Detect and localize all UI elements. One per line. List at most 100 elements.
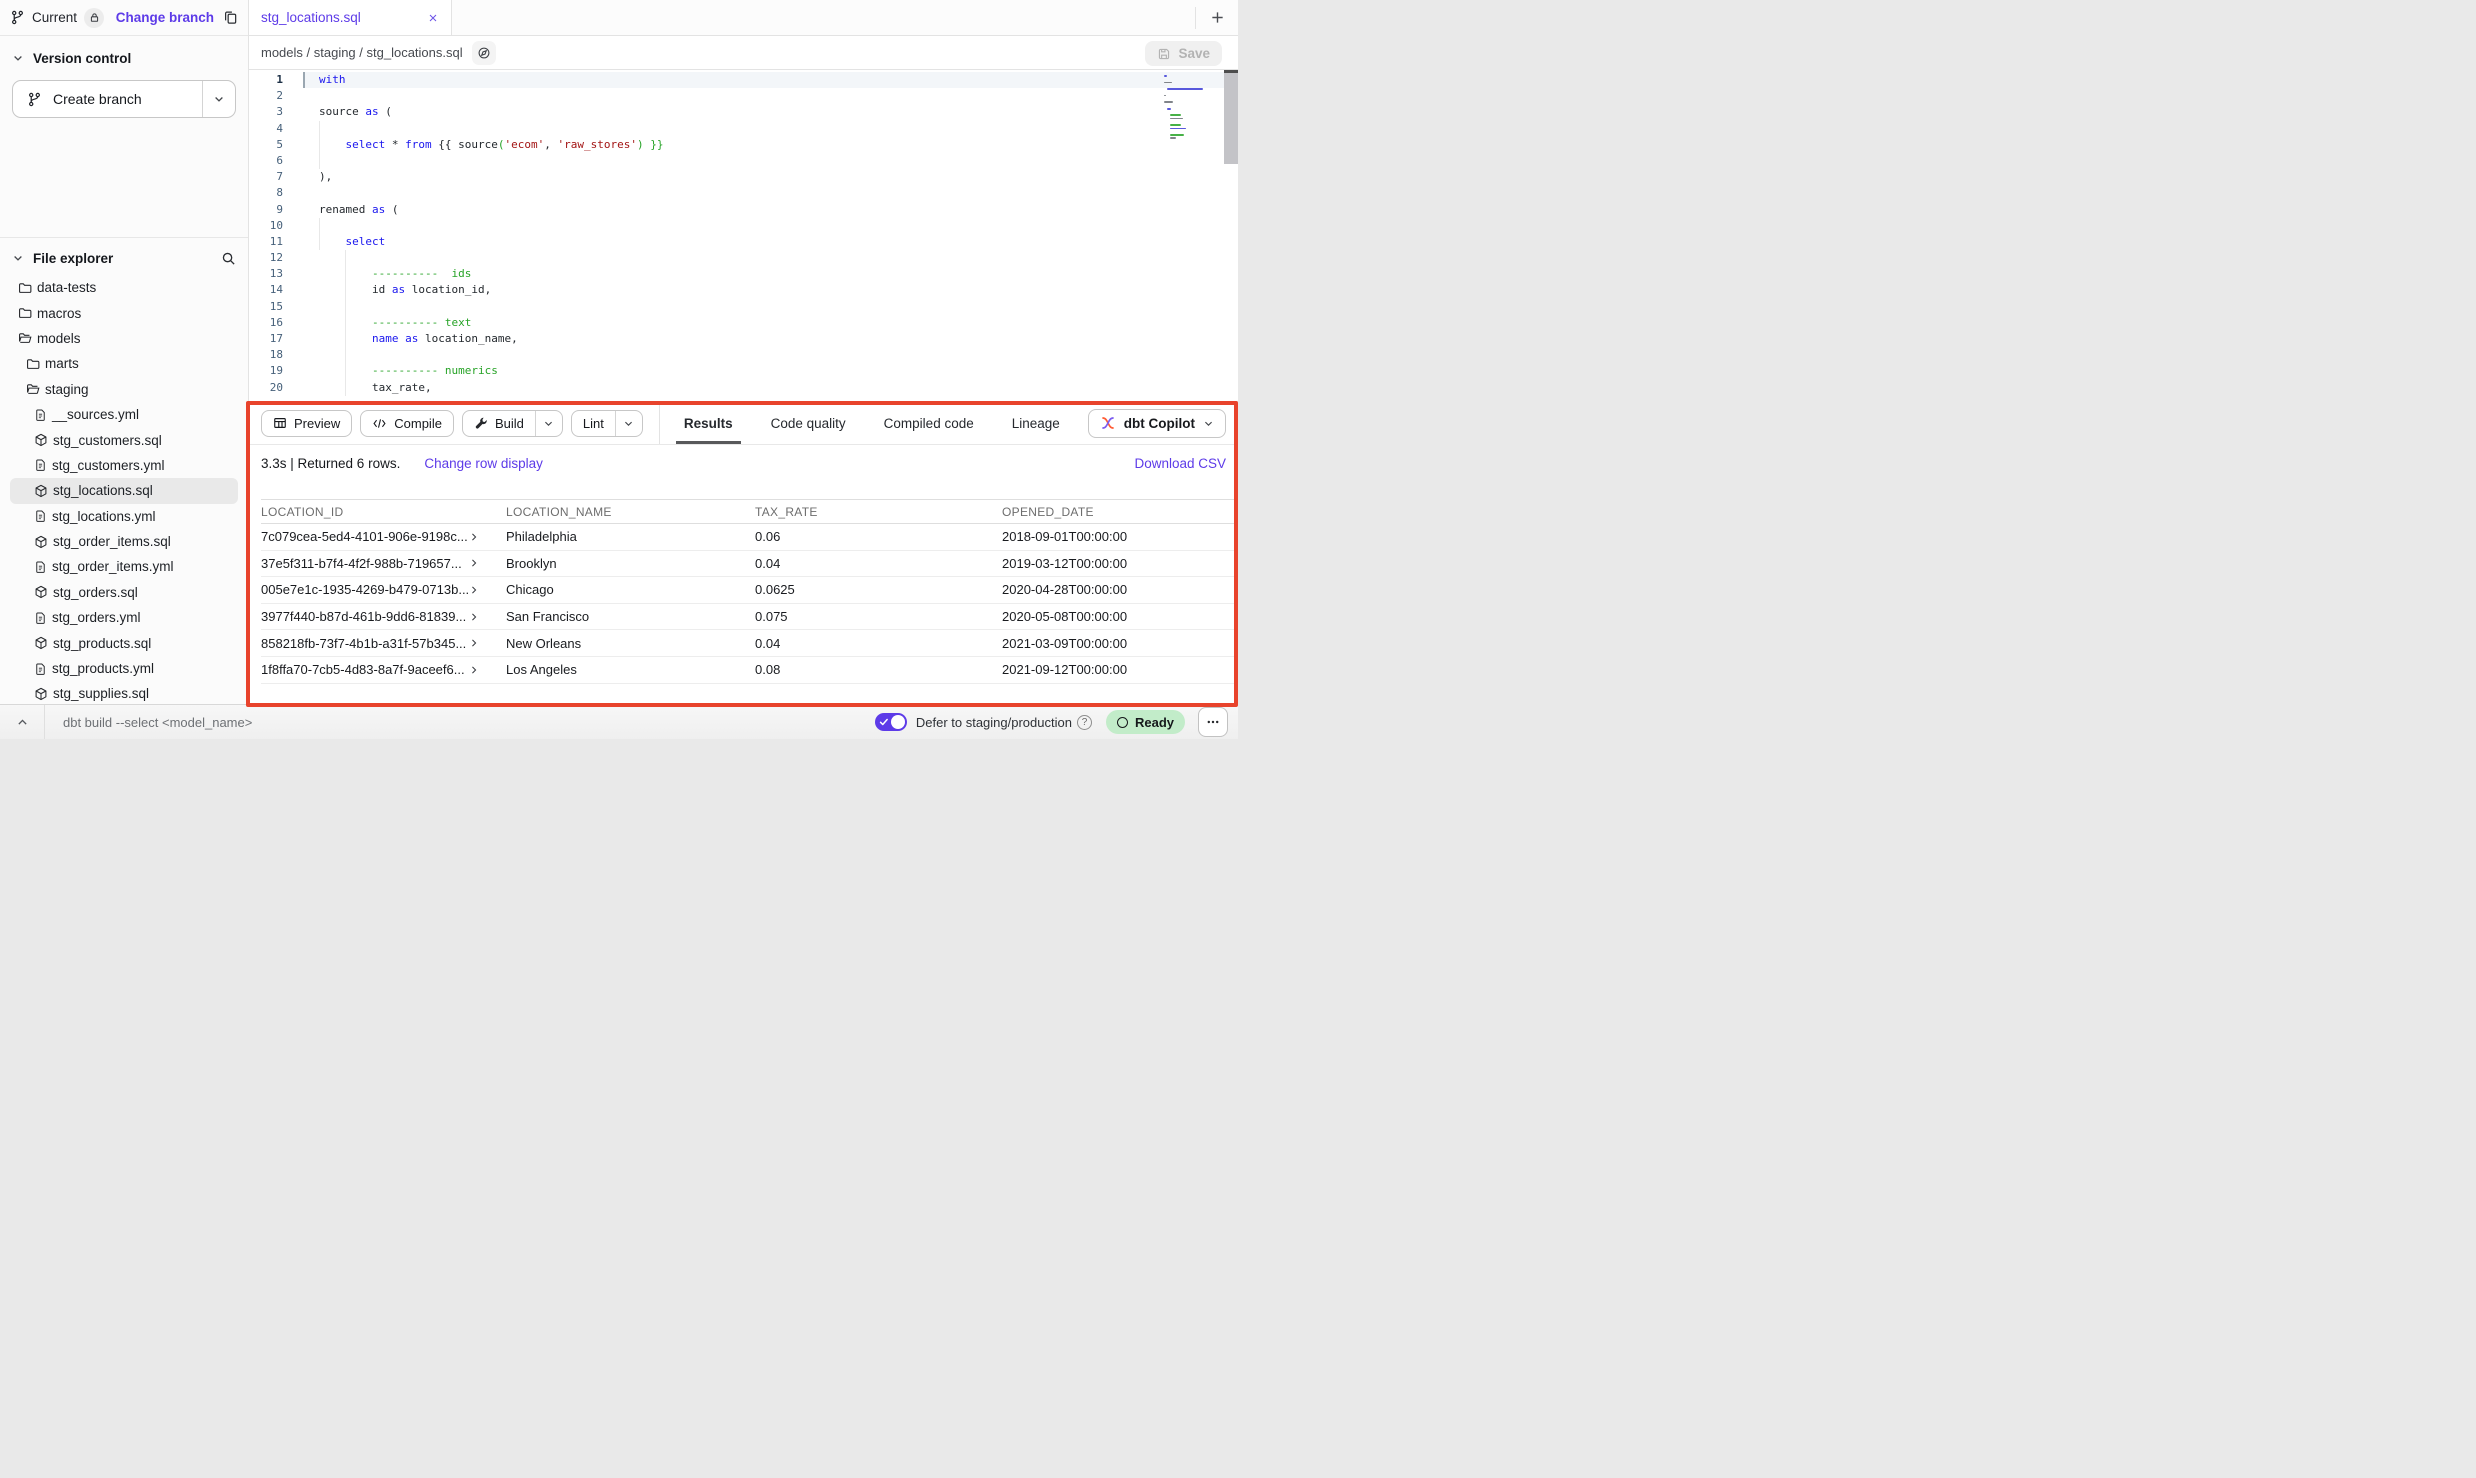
- version-control-header[interactable]: Version control: [0, 45, 248, 71]
- code-line-2[interactable]: [303, 88, 1238, 104]
- editor-scrollbar[interactable]: [1224, 70, 1238, 164]
- table-row[interactable]: 005e7e1c-1935-4269-b479-0713b...Chicago0…: [261, 577, 1238, 604]
- table-row[interactable]: 37e5f311-b7f4-4f2f-988b-719657...Brookly…: [261, 551, 1238, 578]
- column-header-location_name[interactable]: LOCATION_NAME: [506, 505, 755, 519]
- file-item-stg-locations-yml[interactable]: stg_locations.yml: [10, 504, 238, 529]
- file-item-marts[interactable]: marts: [10, 351, 238, 376]
- expand-row-button[interactable]: [469, 638, 479, 648]
- code-editor[interactable]: 1234567891011121314151617181920 withsour…: [249, 70, 1238, 401]
- file-explorer-header[interactable]: File explorer: [0, 245, 248, 271]
- lint-button[interactable]: Lint: [572, 411, 615, 436]
- code-line-20[interactable]: tax_rate,: [303, 380, 1238, 396]
- build-button[interactable]: Build: [463, 411, 535, 436]
- file-item-stg-orders-sql[interactable]: stg_orders.sql: [10, 580, 238, 605]
- panel-tab-lineage[interactable]: Lineage: [1012, 402, 1060, 444]
- file-item-stg-products-yml[interactable]: stg_products.yml: [10, 656, 238, 681]
- file-item-stg-orders-yml[interactable]: stg_orders.yml: [10, 605, 238, 630]
- code-line-15[interactable]: [303, 299, 1238, 315]
- file-item-macros[interactable]: macros: [10, 300, 238, 325]
- new-tab-button[interactable]: [1196, 10, 1238, 25]
- file-item-staging[interactable]: staging: [10, 377, 238, 402]
- file-explorer-section: File explorer data-testsmacrosmodelsmart…: [0, 237, 248, 704]
- file-item-stg-supplies-sql[interactable]: stg_supplies.sql: [10, 681, 238, 704]
- code-line-17[interactable]: name as location_name,: [303, 331, 1238, 347]
- create-branch-dropdown[interactable]: [202, 81, 235, 117]
- code-line-16[interactable]: ---------- text: [303, 315, 1238, 331]
- line-number: 2: [249, 88, 303, 104]
- code-line-5[interactable]: select * from {{ source('ecom', 'raw_sto…: [303, 137, 1238, 153]
- model-cube-icon: [34, 484, 48, 498]
- expand-row-button[interactable]: [469, 665, 479, 675]
- code-pane[interactable]: with source as ( select * from {{ source(…: [303, 70, 1238, 401]
- table-row[interactable]: 7c079cea-5ed4-4101-906e-9198c...Philadel…: [261, 524, 1238, 551]
- file-item-models[interactable]: models: [10, 326, 238, 351]
- code-line-19[interactable]: ---------- numerics: [303, 363, 1238, 379]
- code-line-9[interactable]: renamed as (: [303, 202, 1238, 218]
- code-line-18[interactable]: [303, 347, 1238, 363]
- command-input[interactable]: dbt build --select <model_name>: [63, 715, 252, 730]
- file-item-stg-products-sql[interactable]: stg_products.sql: [10, 630, 238, 655]
- status-bar-right: Defer to staging/production ? Ready: [875, 707, 1238, 737]
- minimap[interactable]: [1164, 75, 1204, 141]
- dbt-copilot-button[interactable]: dbt Copilot: [1088, 409, 1226, 438]
- create-branch-button[interactable]: Create branch: [13, 81, 202, 117]
- change-branch-link[interactable]: Change branch: [116, 10, 214, 25]
- tab-stg-locations-sql[interactable]: stg_locations.sql: [249, 0, 452, 35]
- code-line-6[interactable]: [303, 153, 1238, 169]
- table-row[interactable]: 1f8ffa70-7cb5-4d83-8a7f-9aceef6...Los An…: [261, 657, 1238, 684]
- column-header-tax_rate[interactable]: TAX_RATE: [755, 505, 1002, 519]
- indent-guide: [319, 137, 320, 153]
- file-search-button[interactable]: [221, 251, 236, 266]
- file-item--sources-yml[interactable]: __sources.yml: [10, 402, 238, 427]
- table-cell: Los Angeles: [506, 662, 755, 677]
- table-row[interactable]: 3977f440-b87d-461b-9dd6-81839...San Fran…: [261, 604, 1238, 631]
- collapse-command-bar-button[interactable]: [0, 705, 45, 739]
- column-header-location_id[interactable]: LOCATION_ID: [261, 505, 506, 519]
- table-row[interactable]: 858218fb-73f7-4b1b-a31f-57b345...New Orl…: [261, 630, 1238, 657]
- code-icon: [372, 417, 387, 430]
- code-line-11[interactable]: select: [303, 234, 1238, 250]
- code-line-13[interactable]: ---------- ids: [303, 266, 1238, 282]
- code-line-8[interactable]: [303, 185, 1238, 201]
- file-item-data-tests[interactable]: data-tests: [10, 275, 238, 300]
- open-lineage-button[interactable]: [472, 41, 496, 65]
- panel-tab-code-quality[interactable]: Code quality: [771, 402, 846, 444]
- file-item-stg-order-items-sql[interactable]: stg_order_items.sql: [10, 529, 238, 554]
- cell-location-id: 005e7e1c-1935-4269-b479-0713b...: [261, 582, 469, 597]
- defer-toggle[interactable]: [875, 713, 907, 731]
- save-button[interactable]: Save: [1145, 41, 1222, 66]
- lint-dropdown[interactable]: [615, 411, 642, 436]
- cell-location-id: 858218fb-73f7-4b1b-a31f-57b345...: [261, 636, 469, 651]
- code-line-14[interactable]: id as location_id,: [303, 282, 1238, 298]
- more-options-button[interactable]: [1198, 707, 1228, 737]
- line-number: 19: [249, 363, 303, 379]
- code-line-7[interactable]: ),: [303, 169, 1238, 185]
- code-line-10[interactable]: [303, 218, 1238, 234]
- chevron-right-icon: [469, 558, 479, 568]
- cell-location-id: 3977f440-b87d-461b-9dd6-81839...: [261, 609, 469, 624]
- file-item-stg-locations-sql[interactable]: stg_locations.sql: [10, 478, 238, 503]
- expand-row-button[interactable]: [469, 532, 479, 542]
- help-icon[interactable]: ?: [1077, 715, 1092, 730]
- panel-tab-results[interactable]: Results: [684, 402, 733, 444]
- expand-row-button[interactable]: [469, 558, 479, 568]
- code-line-1[interactable]: with: [303, 72, 1238, 88]
- code-line-4[interactable]: [303, 121, 1238, 137]
- panel-tab-compiled-code[interactable]: Compiled code: [884, 402, 974, 444]
- compile-button[interactable]: Compile: [360, 410, 454, 437]
- change-row-display-link[interactable]: Change row display: [424, 456, 543, 471]
- download-csv-link[interactable]: Download CSV: [1134, 456, 1226, 471]
- file-item-stg-customers-sql[interactable]: stg_customers.sql: [10, 427, 238, 452]
- file-item-stg-order-items-yml[interactable]: stg_order_items.yml: [10, 554, 238, 579]
- file-item-stg-customers-yml[interactable]: stg_customers.yml: [10, 453, 238, 478]
- tab-close-button[interactable]: [427, 12, 439, 24]
- expand-row-button[interactable]: [469, 585, 479, 595]
- code-line-3[interactable]: source as (: [303, 104, 1238, 120]
- code-line-12[interactable]: [303, 250, 1238, 266]
- document-icon: [34, 662, 47, 676]
- expand-row-button[interactable]: [469, 612, 479, 622]
- column-header-opened_date[interactable]: OPENED_DATE: [1002, 505, 1238, 519]
- preview-button[interactable]: Preview: [261, 410, 352, 437]
- build-dropdown[interactable]: [535, 411, 562, 436]
- copy-branch-button[interactable]: [223, 10, 238, 25]
